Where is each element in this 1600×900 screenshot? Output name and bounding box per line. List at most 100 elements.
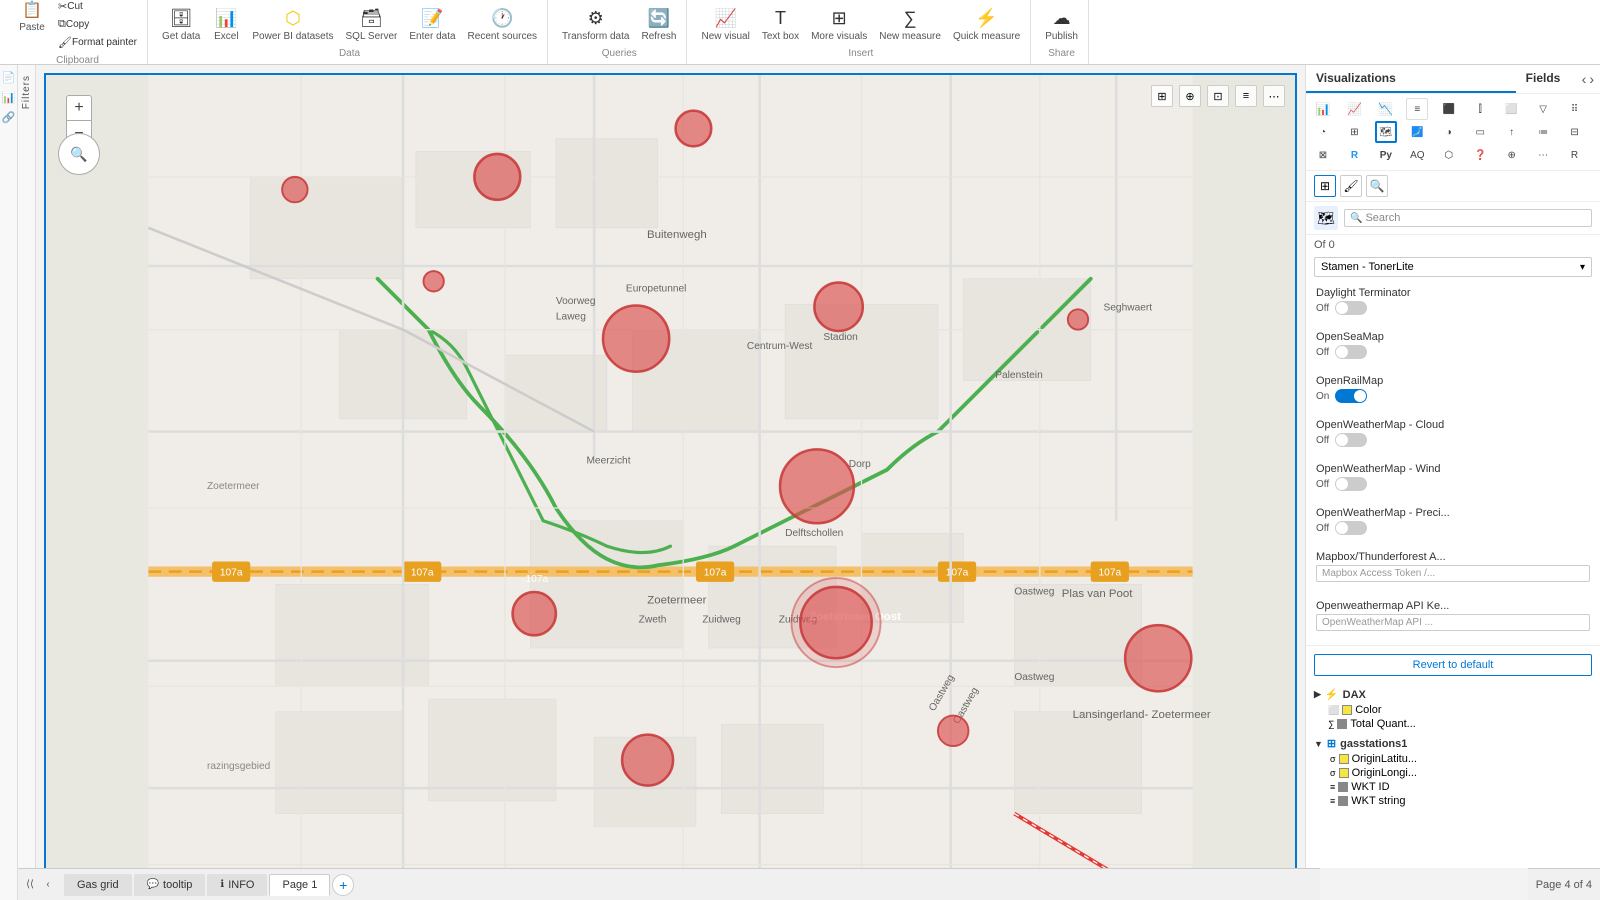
panel-prev-button[interactable]: ‹: [1582, 71, 1587, 87]
cloud-toggle[interactable]: [1335, 433, 1367, 447]
quick-measure-button[interactable]: ⚡ Quick measure: [949, 6, 1024, 44]
map-control-lock[interactable]: ⊞: [1151, 85, 1173, 107]
viz-stacked-bar[interactable]: ≡: [1406, 98, 1428, 120]
wind-toggle[interactable]: [1335, 477, 1367, 491]
map-control-expand[interactable]: ⊡: [1207, 85, 1229, 107]
get-data-button[interactable]: 🗄 Get data: [158, 6, 204, 44]
viz-stacked-column[interactable]: ⬛: [1438, 98, 1460, 120]
openweather-api-input[interactable]: OpenWeatherMap API ...: [1316, 614, 1590, 631]
page-first-button[interactable]: ⟨⟨: [22, 877, 38, 893]
viz-kpi[interactable]: ↑: [1501, 121, 1523, 143]
left-sidebar: 📄 📊 🔗: [0, 65, 18, 900]
gasstations-item-wktid[interactable]: ≡ WKT ID: [1328, 780, 1592, 794]
openrailmap-toggle[interactable]: [1335, 389, 1367, 403]
viz-line-chart[interactable]: 📈: [1343, 98, 1365, 120]
viz-more[interactable]: ⋯: [1532, 144, 1554, 166]
search-icon: 🔍: [70, 146, 87, 163]
text-box-button[interactable]: T Text box: [758, 6, 803, 44]
recent-sources-button[interactable]: 🕐 Recent sources: [464, 6, 541, 44]
basemap-dropdown[interactable]: Stamen - TonerLite ▾: [1314, 257, 1592, 277]
dax-item-color[interactable]: ⬜ Color: [1328, 703, 1592, 717]
map-control-crosshair[interactable]: ⊕: [1179, 85, 1201, 107]
gasstations-group-header[interactable]: ▼ ⊞ gasstations1: [1314, 735, 1592, 752]
svg-text:Oastweg: Oastweg: [1014, 587, 1054, 598]
new-visual-button[interactable]: 📈 New visual: [697, 6, 753, 44]
dax-group-header[interactable]: ▶ ⚡ DAX: [1314, 686, 1592, 703]
svg-text:107a: 107a: [946, 567, 969, 578]
viz-custom2[interactable]: ⊕: [1501, 144, 1523, 166]
viz-pie[interactable]: ◔: [1312, 121, 1334, 143]
viz-custom1[interactable]: ⬡: [1438, 144, 1460, 166]
tab-gas-grid[interactable]: Gas grid: [64, 874, 132, 896]
viz-r-visual[interactable]: R: [1343, 144, 1365, 166]
format-painter-button[interactable]: 🖌 Format painter: [54, 34, 141, 51]
viz-scatter[interactable]: ⠿: [1564, 98, 1586, 120]
refresh-button[interactable]: 🔄 Refresh: [637, 6, 680, 44]
tab-tooltip[interactable]: 💬 tooltip: [134, 874, 206, 896]
map-container[interactable]: 107a 107a 107a 107a 107a: [44, 73, 1297, 892]
mapbox-token-input[interactable]: Mapbox Access Token /...: [1316, 565, 1590, 582]
format-tab[interactable]: 🖌: [1340, 175, 1362, 197]
map-control-filter[interactable]: ≡: [1235, 85, 1257, 107]
viz-python[interactable]: Py: [1375, 144, 1397, 166]
fields-tab[interactable]: ⊞: [1314, 175, 1336, 197]
copy-button[interactable]: ⧉ Copy: [54, 16, 141, 33]
layer-search-box[interactable]: 🔍 Search: [1344, 209, 1592, 227]
viz-area-chart[interactable]: 📉: [1375, 98, 1397, 120]
zoom-in-button[interactable]: +: [66, 95, 92, 121]
layer-openrailmap: OpenRailMap On: [1306, 371, 1600, 407]
publish-button[interactable]: ☁ Publish: [1041, 6, 1082, 44]
preci-toggle[interactable]: [1335, 521, 1367, 535]
viz-card[interactable]: ▭: [1469, 121, 1491, 143]
viz-gauge[interactable]: ◑: [1438, 121, 1460, 143]
svg-text:Buitenwegh: Buitenwegh: [647, 229, 707, 241]
viz-treemap[interactable]: ⊞: [1343, 121, 1365, 143]
powerbi-datasets-button[interactable]: ⬡ Power BI datasets: [248, 6, 337, 44]
excel-button[interactable]: 📊 Excel: [208, 6, 244, 44]
sidebar-icon-model[interactable]: 🔗: [1, 109, 17, 125]
refresh-icon: 🔄: [648, 8, 670, 29]
new-measure-button[interactable]: ∑ New measure: [875, 6, 945, 44]
filter-sidebar: Filters: [18, 65, 36, 868]
analytics-tab[interactable]: 🔍: [1366, 175, 1388, 197]
revert-button[interactable]: Revert to default: [1314, 654, 1592, 676]
gasstations-item-wktstring[interactable]: ≡ WKT string: [1328, 794, 1592, 808]
viz-bar-chart[interactable]: 📊: [1312, 98, 1334, 120]
viz-aq[interactable]: AQ: [1406, 144, 1428, 166]
dax-item-total[interactable]: ∑ Total Quant...: [1328, 717, 1592, 731]
panel-next-button[interactable]: ›: [1589, 71, 1594, 87]
layer-openweather-preci: OpenWeatherMap - Preci... Off: [1306, 503, 1600, 539]
viz-slicer[interactable]: ≔: [1532, 121, 1554, 143]
tab-info[interactable]: ℹ INFO: [207, 874, 267, 896]
tab-tooltip-icon: 💬: [147, 879, 159, 890]
viz-ribbon[interactable]: ⫿: [1469, 98, 1491, 120]
daylight-toggle[interactable]: [1335, 301, 1367, 315]
viz-filled-map[interactable]: 🗾: [1406, 121, 1428, 143]
openseamap-toggle[interactable]: [1335, 345, 1367, 359]
viz-funnel[interactable]: ▽: [1532, 98, 1554, 120]
enter-data-button[interactable]: 📝 Enter data: [405, 6, 459, 44]
transform-data-button[interactable]: ⚙ Transform data: [558, 6, 633, 44]
viz-table[interactable]: ⊟: [1564, 121, 1586, 143]
sidebar-icon-data[interactable]: 📊: [1, 89, 17, 105]
layer-search-icon: 🔍: [1350, 213, 1362, 224]
openrailmap-toggle-label: On: [1316, 391, 1329, 402]
paste-button[interactable]: 📋 Paste: [14, 0, 50, 51]
cut-button[interactable]: ✂ Cut: [54, 0, 141, 15]
map-control-more[interactable]: ⋯: [1263, 85, 1285, 107]
gasstations-item-originlat[interactable]: σ OriginLatitu...: [1328, 752, 1592, 766]
viz-matrix[interactable]: ⊠: [1312, 144, 1334, 166]
more-visuals-button[interactable]: ⊞ More visuals: [807, 6, 871, 44]
tab-page1[interactable]: Page 1: [269, 874, 330, 896]
svg-text:Europetunnel: Europetunnel: [626, 283, 687, 294]
add-page-button[interactable]: +: [332, 874, 354, 896]
gasstations-item-originlong[interactable]: σ OriginLongi...: [1328, 766, 1592, 780]
viz-custom3[interactable]: R: [1564, 144, 1586, 166]
viz-waterfall[interactable]: ⬜: [1501, 98, 1523, 120]
viz-map[interactable]: 🗺: [1375, 121, 1397, 143]
viz-qna[interactable]: ❓: [1469, 144, 1491, 166]
sql-button[interactable]: 🗃 SQL Server: [342, 6, 402, 44]
sidebar-icon-report[interactable]: 📄: [1, 69, 17, 85]
page-prev-button[interactable]: ‹: [40, 877, 56, 893]
map-search-button[interactable]: 🔍: [58, 133, 100, 175]
